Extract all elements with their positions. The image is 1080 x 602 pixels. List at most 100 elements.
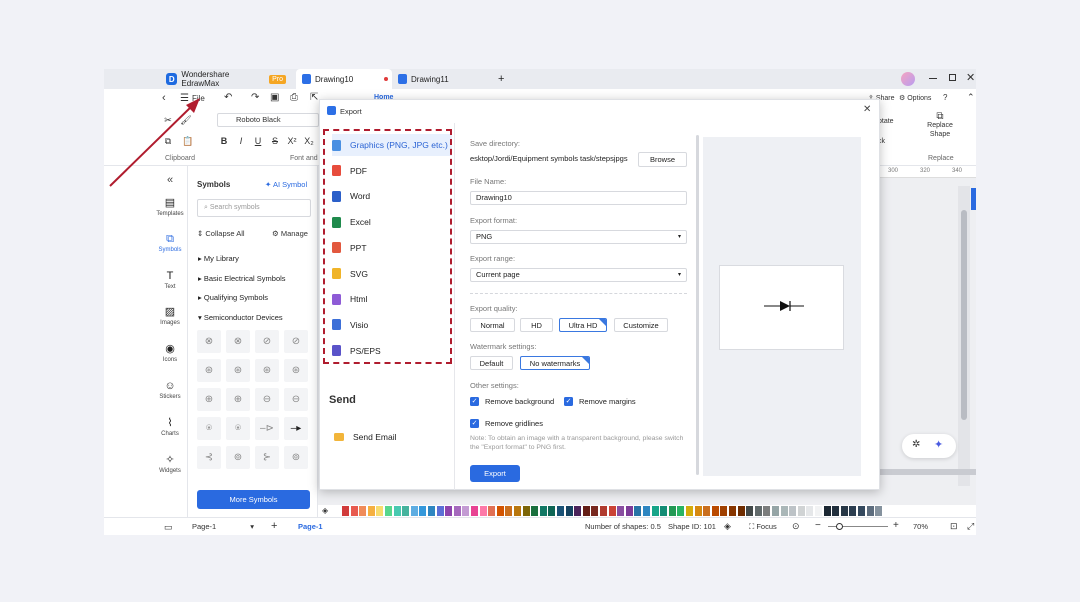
symbol-cell[interactable]: ⊕ (197, 388, 221, 411)
remove-gridlines-checkbox[interactable]: ✓ Remove gridlines (470, 419, 543, 428)
color-swatch[interactable] (875, 506, 883, 516)
underline-button[interactable]: U (252, 135, 264, 147)
symbol-cell[interactable]: ⊛ (284, 359, 308, 382)
color-swatch[interactable] (789, 506, 797, 516)
focus-button[interactable]: ⛶ Focus (749, 522, 777, 532)
close-icon[interactable]: ✕ (966, 71, 975, 84)
color-swatch[interactable] (445, 506, 453, 516)
color-swatch[interactable] (367, 506, 375, 516)
font-select[interactable]: Roboto Black (217, 113, 319, 127)
color-swatch[interactable] (479, 506, 487, 516)
replace-shape-button[interactable]: ⧉ Replace Shape (922, 112, 958, 139)
zoom-slider-thumb[interactable] (836, 523, 843, 530)
color-swatch[interactable] (488, 506, 496, 516)
watermark-default[interactable]: Default (470, 356, 513, 370)
color-swatch[interactable] (359, 506, 367, 516)
page-select[interactable]: Page-1 ▾ (192, 522, 254, 531)
color-swatch[interactable] (849, 506, 857, 516)
zoom-slider[interactable] (828, 523, 888, 530)
color-swatch[interactable] (729, 506, 736, 516)
bold-button[interactable]: B (218, 135, 230, 147)
color-swatch[interactable] (462, 506, 470, 516)
symbol-cell[interactable]: ⊰ (197, 446, 221, 469)
symbol-cell[interactable]: ⊛ (226, 359, 250, 382)
sparkle-settings-icon[interactable]: ✲ (912, 439, 920, 450)
color-swatch[interactable] (840, 506, 848, 516)
superscript-button[interactable]: X² (285, 135, 299, 147)
symbol-cell[interactable]: ⊱ (255, 446, 279, 469)
rail-stickers[interactable]: ☺ Stickers (152, 380, 188, 400)
color-swatch[interactable] (720, 506, 728, 516)
color-swatch[interactable] (574, 506, 582, 516)
color-swatch[interactable] (410, 506, 418, 516)
symbol-cell[interactable]: –▸ (284, 417, 308, 440)
symbol-cell[interactable]: ⊚ (284, 446, 308, 469)
color-swatch[interactable] (746, 506, 754, 516)
color-swatch[interactable] (703, 506, 711, 516)
color-swatch[interactable] (625, 506, 633, 516)
color-swatch[interactable] (557, 506, 564, 516)
symbol-cell[interactable]: ⊗ (197, 330, 221, 353)
color-swatch[interactable] (737, 506, 745, 516)
undo-icon[interactable]: ↶ (224, 92, 232, 103)
color-swatch[interactable] (402, 506, 410, 516)
color-swatch[interactable] (866, 506, 874, 516)
color-swatch[interactable] (780, 506, 788, 516)
color-swatch[interactable] (539, 506, 547, 516)
remove-background-checkbox[interactable]: ✓ Remove background (470, 397, 554, 406)
symbol-cell[interactable]: ⊘ (255, 330, 279, 353)
color-swatch[interactable] (419, 506, 427, 516)
avatar[interactable] (901, 72, 915, 86)
fullscreen-icon[interactable]: ⤢ (967, 521, 974, 532)
color-swatch[interactable] (815, 506, 822, 516)
symbol-cell[interactable]: –⊳ (255, 417, 279, 440)
export-icon[interactable]: ⇱ (310, 92, 318, 103)
symbol-cell[interactable]: ⊛ (197, 359, 221, 382)
fill-bucket-icon[interactable]: ◈ (322, 506, 328, 515)
subscript-button[interactable]: X₂ (302, 135, 316, 147)
color-swatch[interactable] (858, 506, 865, 516)
color-swatch[interactable] (617, 506, 625, 516)
rail-text[interactable]: T Text (152, 270, 188, 290)
tree-item-semiconductor[interactable]: ▾ Semiconductor Devices (198, 313, 283, 322)
browse-button[interactable]: Browse (638, 152, 687, 167)
color-swatch[interactable] (806, 506, 814, 516)
color-swatch[interactable] (522, 506, 530, 516)
color-swatch[interactable] (660, 506, 668, 516)
file-name-input[interactable]: Drawing10 (470, 191, 687, 205)
save-icon[interactable]: ▣ (270, 92, 279, 103)
quality-normal[interactable]: Normal (470, 318, 515, 332)
color-swatch[interactable] (832, 506, 840, 516)
color-swatch[interactable] (643, 506, 650, 516)
color-swatch[interactable] (772, 506, 779, 516)
color-swatch[interactable] (608, 506, 616, 516)
color-swatch[interactable] (651, 506, 659, 516)
symbol-cell[interactable]: ⊕ (226, 388, 250, 411)
color-swatch[interactable] (531, 506, 539, 516)
color-swatch[interactable] (436, 506, 444, 516)
rail-templates[interactable]: ▤ Templates (152, 197, 188, 217)
color-swatch[interactable] (505, 506, 513, 516)
tree-item-basic-electrical[interactable]: ▸ Basic Electrical Symbols (198, 274, 286, 283)
color-swatch[interactable] (565, 506, 573, 516)
save-directory-field[interactable]: esktop/Jordi/Equipment symbols task/step… (470, 153, 642, 167)
more-symbols-button[interactable]: More Symbols (197, 490, 310, 509)
color-swatch[interactable] (668, 506, 676, 516)
color-swatch[interactable] (453, 506, 461, 516)
color-swatch[interactable] (393, 506, 401, 516)
color-swatch[interactable] (514, 506, 521, 516)
color-swatch[interactable] (694, 506, 702, 516)
color-swatch[interactable] (548, 506, 556, 516)
minimize-icon[interactable] (929, 78, 937, 79)
help-icon[interactable]: ? (943, 93, 947, 102)
remove-margins-checkbox[interactable]: ✓ Remove margins (564, 397, 636, 406)
color-swatch[interactable] (342, 506, 349, 516)
collapse-ribbon-icon[interactable]: ⌃ (967, 92, 975, 103)
color-swatch[interactable] (496, 506, 504, 516)
dialog-close-icon[interactable]: ✕ (863, 104, 871, 115)
color-swatch[interactable] (600, 506, 607, 516)
symbol-cell[interactable]: ⊚ (226, 446, 250, 469)
search-input[interactable]: ⌕ Search symbols (197, 199, 311, 217)
color-swatch[interactable] (754, 506, 762, 516)
tree-item-qualifying[interactable]: ▸ Qualifying Symbols (198, 293, 268, 302)
